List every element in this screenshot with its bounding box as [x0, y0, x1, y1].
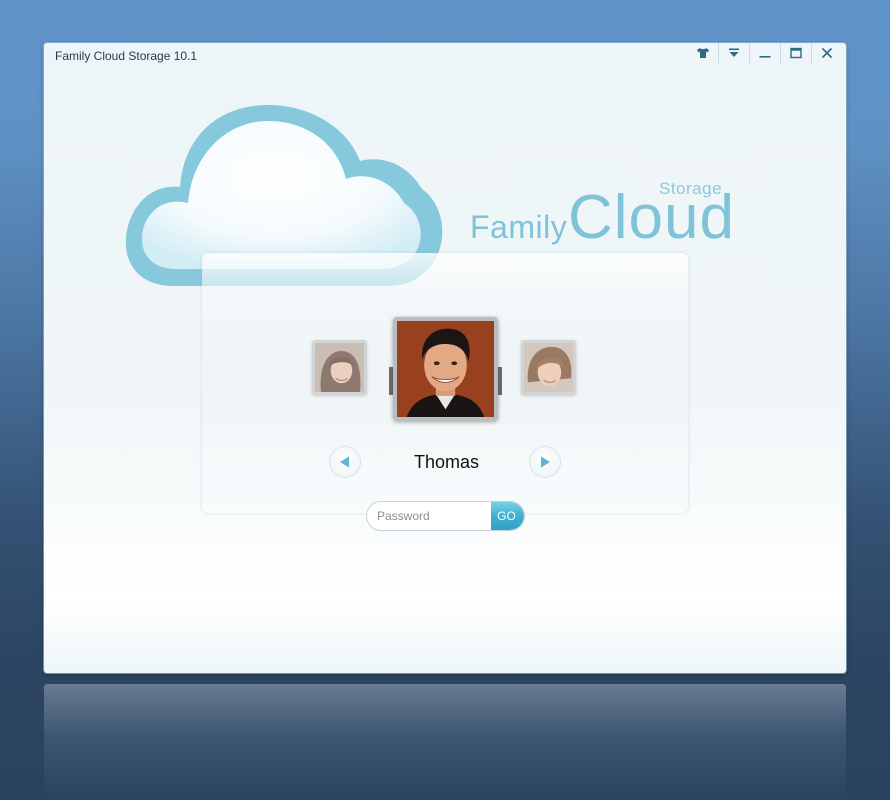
avatar-icon [397, 321, 494, 417]
window-reflection [44, 684, 846, 800]
logo-cloud-text: Cloud [568, 183, 735, 252]
avatar-icon [524, 343, 573, 392]
avatar-icon [315, 343, 364, 392]
next-user-button[interactable] [530, 447, 560, 477]
arrow-right-icon [541, 456, 550, 468]
avatar-previous-user[interactable] [312, 340, 367, 395]
logo-storage-text: Storage [659, 179, 723, 198]
skin-button[interactable] [688, 43, 718, 63]
go-button[interactable]: GO [491, 502, 524, 530]
password-input[interactable] [367, 502, 491, 530]
menu-icon [729, 48, 739, 57]
close-button[interactable] [811, 43, 842, 63]
window-title: Family Cloud Storage 10.1 [55, 49, 198, 63]
maximize-icon [790, 47, 802, 59]
avatar-next-user[interactable] [521, 340, 576, 395]
logo-family-text: Family [470, 209, 568, 245]
maximize-button[interactable] [780, 43, 811, 63]
minimize-icon [759, 56, 771, 58]
window-controls [688, 43, 842, 65]
arrow-left-icon [340, 456, 349, 468]
skin-icon [697, 48, 709, 58]
minimize-button[interactable] [749, 43, 780, 63]
previous-user-button[interactable] [330, 447, 360, 477]
close-icon [821, 47, 833, 59]
current-user-name: Thomas [413, 452, 480, 472]
menu-button[interactable] [718, 43, 749, 63]
password-field-group: GO [367, 502, 524, 530]
app-window: Family Cloud Storage 10.1 Family Cloud S… [44, 43, 846, 673]
avatar-current-user[interactable] [393, 317, 498, 421]
